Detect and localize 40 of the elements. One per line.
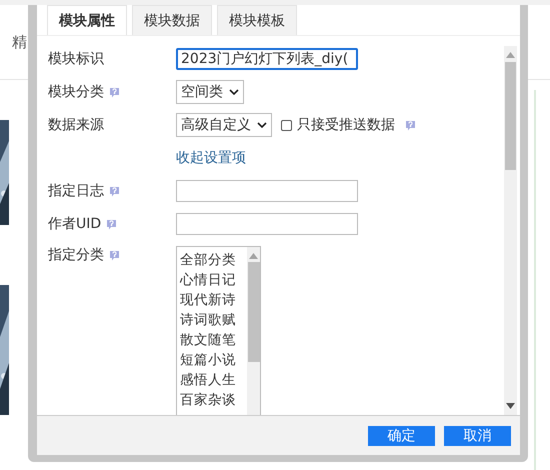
scroll-up-icon[interactable]	[249, 253, 258, 259]
tab[interactable]: 模块数据	[132, 5, 212, 35]
scroll-up-icon[interactable]	[506, 52, 515, 58]
chevron-down-icon	[257, 122, 267, 128]
dropdown[interactable]: 高级自定义	[176, 113, 272, 137]
list-option[interactable]: 百家杂谈	[180, 390, 247, 410]
dropdown[interactable]: 空间类	[176, 80, 244, 104]
list-option[interactable]: 感悟人生	[180, 370, 247, 390]
scrollbar-thumb[interactable]	[505, 62, 516, 170]
list-option[interactable]: 散文随笔	[180, 330, 247, 350]
dialog-button[interactable]: 取消	[444, 426, 511, 446]
field-label: 模块标识	[48, 50, 104, 68]
tab[interactable]: 模块属性	[47, 5, 127, 35]
field-label: 指定日志	[48, 182, 104, 200]
nav-tab[interactable]: 精	[12, 32, 27, 52]
field-label: 模块分类	[48, 83, 104, 101]
scrollbar-thumb[interactable]	[248, 262, 260, 362]
checkbox[interactable]	[281, 120, 292, 130]
list-option[interactable]: 心情日记	[180, 270, 247, 290]
list-option[interactable]: 现代新诗	[180, 290, 247, 310]
help-icon[interactable]	[109, 250, 120, 260]
list-option[interactable]: 短篇小说	[180, 350, 247, 370]
collapse-link[interactable]: 收起设置项	[176, 149, 246, 167]
help-icon[interactable]	[106, 218, 118, 230]
checkbox-label: 只接受推送数据	[297, 116, 395, 134]
help-icon[interactable]	[109, 86, 120, 98]
chevron-down-icon	[229, 89, 239, 95]
help-icon[interactable]	[109, 186, 120, 196]
input-field[interactable]: 2023门户幻灯下列表_diy(	[176, 48, 358, 70]
list-option[interactable]: 诗词歌赋	[180, 310, 247, 330]
input-field[interactable]	[176, 213, 358, 235]
tab[interactable]: 模块模板	[217, 5, 297, 35]
help-icon[interactable]	[405, 120, 416, 130]
dialog-button[interactable]: 确定	[368, 426, 435, 446]
field-label: 作者UID	[48, 215, 102, 233]
field-label: 指定分类	[48, 246, 104, 264]
field-label: 数据来源	[48, 116, 104, 134]
scroll-down-icon[interactable]	[506, 403, 515, 409]
input-field[interactable]	[176, 180, 358, 202]
list-option[interactable]: 全部分类	[180, 250, 247, 270]
